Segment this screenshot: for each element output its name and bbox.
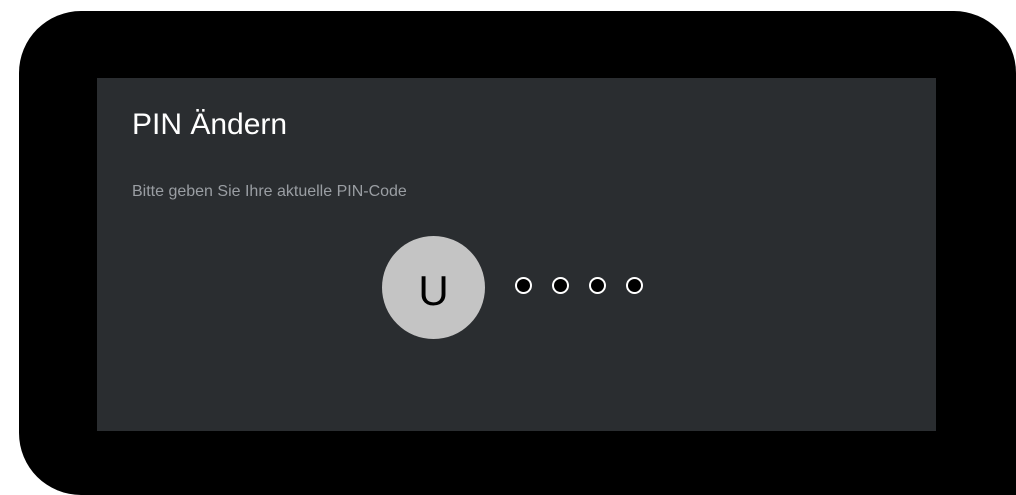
pin-digit-3	[589, 277, 606, 294]
pin-digit-4	[626, 277, 643, 294]
dialog-title: PIN Ändern	[132, 108, 288, 141]
profile-avatar: U	[382, 236, 485, 339]
pin-input[interactable]	[515, 277, 643, 297]
avatar-initial: U	[418, 266, 449, 314]
pin-digit-1	[515, 277, 532, 294]
dialog-instruction: Bitte geben Sie Ihre aktuelle PIN-Code	[132, 183, 407, 200]
pin-digit-2	[552, 277, 569, 294]
tv-frame: PIN Ändern Bitte geben Sie Ihre aktuelle…	[19, 11, 1016, 495]
pin-change-dialog: PIN Ändern Bitte geben Sie Ihre aktuelle…	[97, 78, 936, 431]
